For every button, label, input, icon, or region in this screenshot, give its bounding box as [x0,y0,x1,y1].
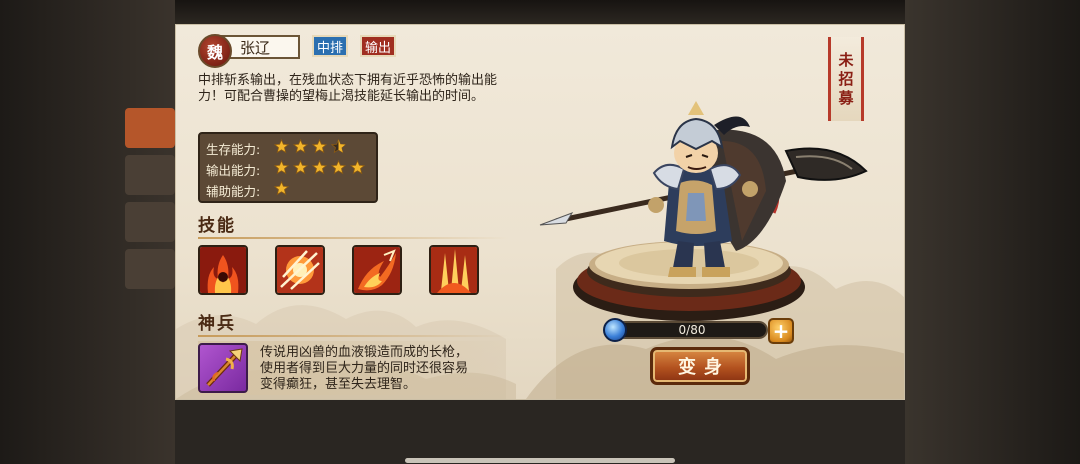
star-icon [273,159,290,175]
skill-slot-3[interactable] [352,245,402,295]
star-icon [311,159,328,175]
ability-label: 输出能力: [206,163,261,178]
plus-icon: + [772,319,790,343]
flame-claw-icon [431,247,477,293]
transform-button-label: 变身 [678,357,730,378]
half-star-icon [330,138,347,154]
star-icon [349,159,366,175]
home-indicator[interactable] [405,458,675,463]
transform-button[interactable]: 变身 [650,347,750,385]
halberd-icon [206,348,243,387]
kingdom-label: 魏 [206,43,223,62]
skill-slot-4[interactable] [429,245,479,295]
background-tab [125,249,175,289]
divine-weapon-description: 传说用凶兽的血液锻造而成的长枪，使用者得到巨大力量的同时还很容易变得癫狂，甚至失… [260,345,469,392]
ability-stars [273,180,293,200]
ability-stars [273,159,369,179]
flame-warrior-icon [200,247,246,293]
star-icon [311,138,328,154]
soul-stone-icon [603,318,627,342]
star-icon [273,180,290,196]
star-icon [273,138,290,154]
hero-name: 张辽 [240,38,271,57]
background-tab [125,108,175,148]
background-tab [125,202,175,242]
skill-slot-2[interactable] [275,245,325,295]
hero-detail-panel: 张辽 魏 中排 输出 中排斩系输出，在残血状态下拥有近乎恐怖的输出能力！可配合曹… [175,24,905,400]
position-tag: 中排 [312,35,349,57]
role-tag-label: 输出 [365,40,392,56]
divine-weapon-title: 神兵 [198,314,236,334]
skill-slot-1[interactable] [198,245,248,295]
hero-figure [539,101,868,277]
kingdom-badge: 魏 [198,34,232,68]
background-tab [125,155,175,195]
star-icon [330,159,347,175]
skills-divider [198,237,508,239]
recruit-status-char: 招 [838,69,854,88]
hero-description: 中排斩系输出，在残血状态下拥有近乎恐怖的输出能力！可配合曹操的望梅止渴技能延长输… [198,73,498,104]
divine-weapon-slot[interactable] [198,343,248,393]
star-icon [292,159,309,175]
slash-burst-icon [277,247,323,293]
ability-ratings: 生存能力: 输出能力: 辅助能力: [198,132,378,203]
skills-title: 技能 [198,216,236,236]
background-right [905,0,1080,464]
ability-row-support: 辅助能力: [206,180,370,201]
recruit-progress-text: 0/80 [678,323,706,337]
ability-row-survival: 生存能力: [206,138,370,159]
ability-stars [273,138,350,158]
role-tag: 输出 [360,35,397,57]
ability-label: 辅助能力: [206,184,261,199]
add-soul-stone-button[interactable]: + [768,318,794,344]
ability-row-output: 输出能力: [206,159,370,180]
fire-strike-icon [354,247,400,293]
ability-label: 生存能力: [206,142,261,157]
divine-weapon-divider [198,335,508,337]
star-icon [292,138,309,154]
recruit-status-char: 未 [838,50,854,69]
position-tag-label: 中排 [317,40,344,56]
background-left [0,0,175,464]
